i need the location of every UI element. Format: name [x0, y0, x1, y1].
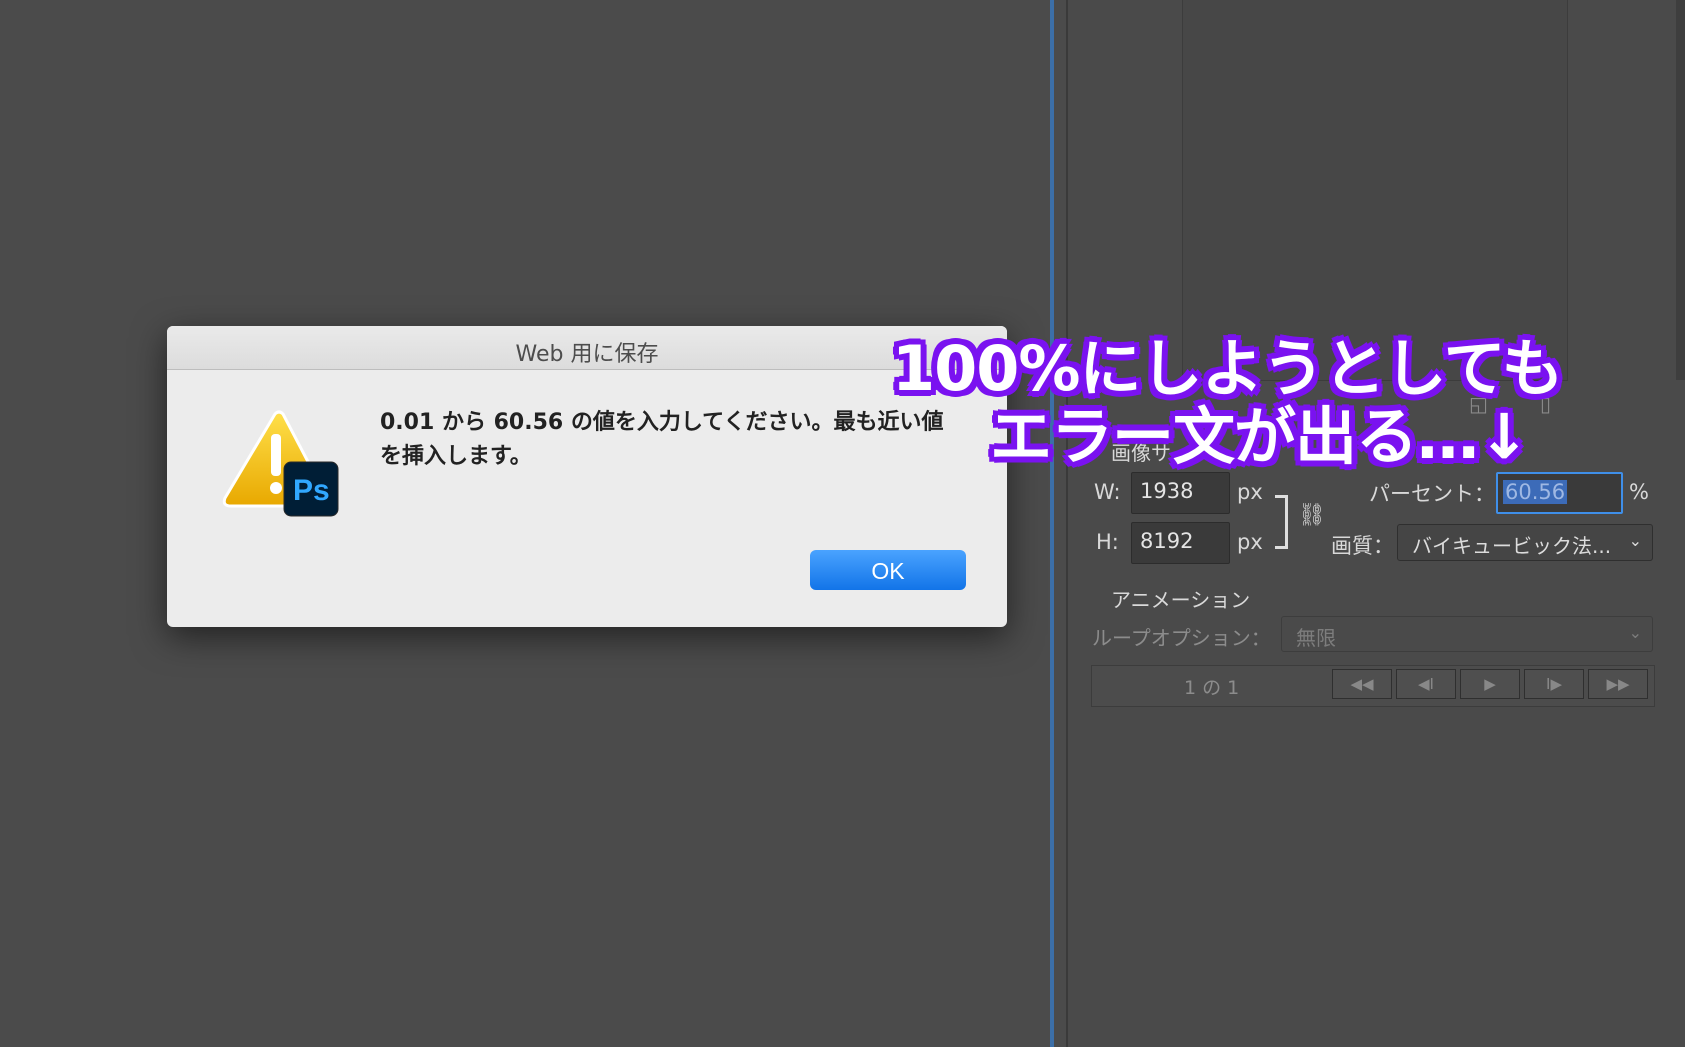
percent-input[interactable]: 60.56: [1496, 472, 1623, 514]
frame-counter: 1 の 1: [1184, 677, 1240, 699]
animation-controls: 1 の 1 ◀◀ ◀I ▶ I▶ ▶▶: [1091, 665, 1655, 707]
dialog-message: 0.01 から 60.56 の値を入力してください。最も近い値を挿入します。: [380, 410, 944, 469]
height-input[interactable]: 8192: [1131, 522, 1230, 564]
link-icon[interactable]: ⛓: [1298, 503, 1326, 528]
width-input[interactable]: 1938: [1131, 472, 1230, 514]
percent-unit: %: [1629, 480, 1649, 504]
constrain-bracket: [1275, 495, 1288, 549]
color-table-scrollbar[interactable]: [1676, 0, 1685, 380]
previous-frame-button[interactable]: ◀I: [1396, 669, 1456, 699]
preview-divider: [1050, 0, 1054, 1047]
loop-options-select[interactable]: 無限 ⌄: [1281, 616, 1653, 652]
height-label: H:: [1096, 530, 1119, 554]
caption-line-2: エラー文が出る…↓: [990, 400, 1530, 473]
chevron-down-icon: ⌄: [1628, 623, 1642, 642]
alert-dialog: Web 用に保存 Ps 0.01 から 60.56 の値を入力してください。最も…: [167, 326, 1007, 627]
loop-options-label: ループオプション：: [1092, 626, 1271, 650]
percent-input-value: 60.56: [1503, 480, 1568, 504]
loop-options-value: 無限: [1296, 626, 1336, 650]
width-label: W:: [1094, 480, 1121, 504]
play-button[interactable]: ▶: [1460, 669, 1520, 699]
quality-select-value: バイキュービック法...: [1412, 534, 1612, 558]
last-frame-button[interactable]: ▶▶: [1588, 669, 1648, 699]
height-unit: px: [1237, 530, 1263, 554]
next-frame-button[interactable]: I▶: [1524, 669, 1584, 699]
quality-select[interactable]: バイキュービック法... ⌄: [1397, 524, 1653, 561]
dialog-titlebar: Web 用に保存: [167, 326, 1007, 370]
photoshop-badge-icon: Ps: [293, 474, 330, 507]
ok-button[interactable]: OK: [810, 550, 966, 590]
warning-icon: Ps: [222, 410, 339, 517]
dialog-title: Web 用に保存: [515, 342, 659, 367]
quality-label: 画質：: [1331, 534, 1394, 558]
width-unit: px: [1237, 480, 1263, 504]
first-frame-button[interactable]: ◀◀: [1332, 669, 1392, 699]
chevron-down-icon: ⌄: [1628, 531, 1642, 550]
percent-label: パーセント：: [1369, 482, 1495, 506]
animation-section-label: アニメーション: [1111, 588, 1251, 612]
